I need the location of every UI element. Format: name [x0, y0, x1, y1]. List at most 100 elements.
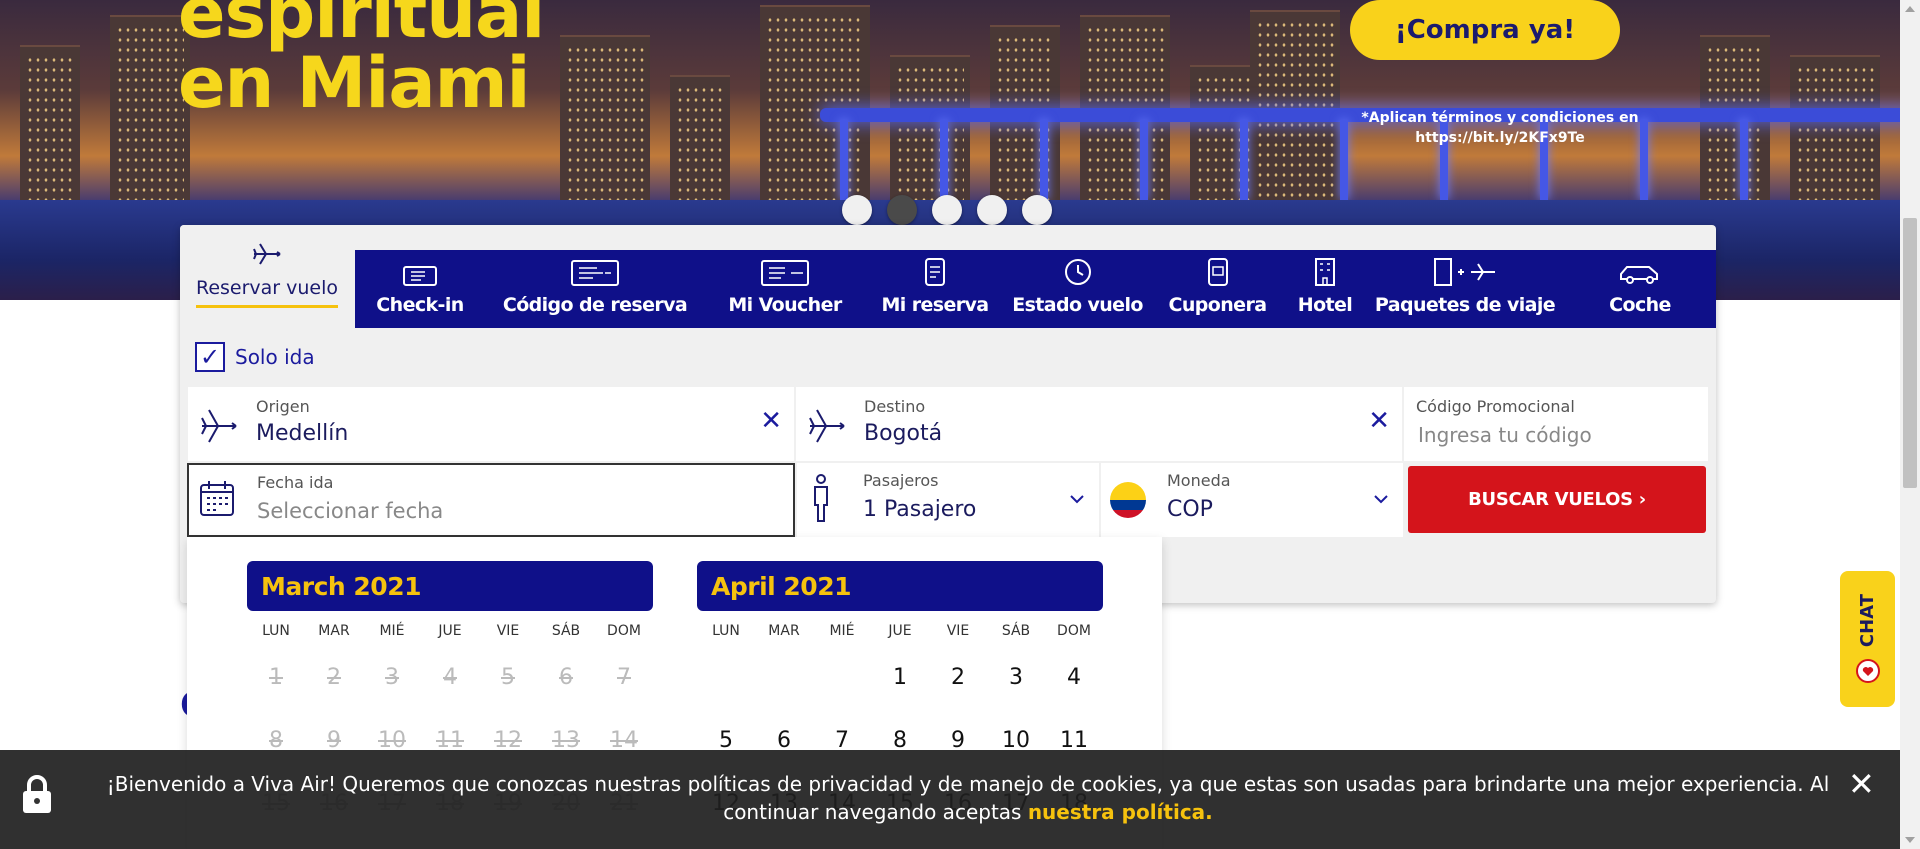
weekday: MAR	[318, 623, 350, 639]
carousel-dot-5[interactable]	[1022, 195, 1052, 225]
month-title: March 2021	[247, 561, 653, 611]
destination-value[interactable]: Bogotá	[864, 421, 942, 446]
calendar-empty-cell	[697, 659, 755, 697]
currency-label: Moneda	[1167, 471, 1231, 490]
tab-book-flight-label: Reservar vuelo	[195, 277, 339, 308]
weekday: JUE	[438, 623, 462, 639]
tab-booking-code[interactable]: Código de reserva	[485, 250, 705, 328]
calendar-day: 1	[269, 665, 283, 690]
tab-travel-packages[interactable]: Paquetes de viaje	[1365, 250, 1565, 328]
heart-chat-icon	[1855, 658, 1880, 683]
plane-icon	[806, 402, 848, 452]
chevron-down-icon[interactable]	[1373, 489, 1389, 508]
tab-label: Paquetes de viaje	[1374, 294, 1556, 316]
voucher-icon	[761, 260, 809, 286]
tab-my-booking[interactable]: Mi reserva	[865, 250, 1005, 328]
tab-label: Check-in	[376, 294, 464, 316]
buy-now-button[interactable]: ¡Compra ya!	[1350, 0, 1620, 60]
calendar-day[interactable]: 3	[987, 659, 1045, 697]
weekday-header: LUN MAR MIÉ JUE VIE SÁB DOM	[697, 623, 1103, 639]
tab-label: Coche	[1609, 294, 1671, 316]
cookie-banner: ¡Bienvenido a Viva Air! Queremos que con…	[0, 750, 1920, 849]
origin-value[interactable]: Medellín	[256, 421, 348, 446]
tab-car[interactable]: Coche	[1565, 250, 1715, 328]
scrollbar-thumb[interactable]	[1903, 218, 1917, 488]
tab-label: Estado vuelo	[1012, 294, 1143, 316]
clear-origin-icon[interactable]: ✕	[760, 408, 782, 434]
origin-field[interactable]: Origen Medellín ✕	[188, 387, 794, 461]
calendar-day: 4	[443, 665, 457, 690]
calendar-icon	[199, 479, 235, 523]
chat-button[interactable]: CHAT	[1840, 571, 1895, 707]
plane-icon	[252, 241, 282, 271]
calendar-day: 6	[559, 665, 573, 690]
tab-coupons[interactable]: Cuponera	[1150, 250, 1285, 328]
car-icon	[1620, 266, 1658, 284]
carousel-dot-4[interactable]	[977, 195, 1007, 225]
month-title: April 2021	[697, 561, 1103, 611]
calendar-day[interactable]: 2	[929, 659, 987, 697]
weekday: MIÉ	[829, 623, 855, 639]
tab-hotel[interactable]: Hotel	[1285, 250, 1365, 328]
tab-label: Mi Voucher	[728, 294, 842, 316]
weekday-header: LUN MAR MIÉ JUE VIE SÁB DOM	[247, 623, 653, 639]
terms-note: *Aplican términos y condiciones en https…	[1330, 108, 1670, 148]
hotel-icon	[1315, 258, 1335, 286]
service-tabs: Check-in Código de reserva Mi Voucher Mi…	[355, 250, 1716, 328]
promo-input[interactable]: Ingresa tu código	[1418, 423, 1592, 447]
policy-link[interactable]: nuestra política.	[1028, 800, 1213, 824]
origin-label: Origen	[256, 397, 310, 416]
boarding-pass-icon	[403, 266, 437, 286]
weekday: DOM	[607, 623, 641, 639]
weekday: LUN	[262, 623, 290, 639]
coupon-phone-icon	[1207, 258, 1228, 286]
departure-date-field[interactable]: Fecha ida Seleccionar fecha	[187, 463, 795, 537]
passengers-value[interactable]: 1 Pasajero	[863, 497, 976, 522]
weekday: JUE	[888, 623, 912, 639]
calendar-day[interactable]: 1	[871, 659, 929, 697]
package-icon	[1434, 258, 1495, 286]
close-icon[interactable]: ✕	[1848, 768, 1875, 800]
tab-my-voucher[interactable]: Mi Voucher	[705, 250, 865, 328]
clock-icon	[1064, 259, 1091, 285]
chevron-down-icon[interactable]	[1069, 489, 1085, 508]
tab-book-flight[interactable]: Reservar vuelo	[180, 225, 354, 328]
currency-value[interactable]: COP	[1167, 497, 1213, 522]
lock-icon	[23, 775, 51, 813]
plane-icon	[198, 402, 240, 452]
phone-booking-icon	[925, 258, 945, 286]
weekday: VIE	[946, 623, 970, 639]
cookie-text: ¡Bienvenido a Viva Air! Queremos que con…	[106, 772, 1830, 824]
date-input[interactable]: Seleccionar fecha	[257, 499, 443, 523]
terms-line-1: *Aplican términos y condiciones en	[1361, 110, 1639, 126]
clear-destination-icon[interactable]: ✕	[1368, 408, 1390, 434]
tab-label: Mi reserva	[881, 294, 989, 316]
promo-code-field[interactable]: Código Promocional Ingresa tu código	[1404, 387, 1708, 461]
currency-field[interactable]: Moneda COP	[1101, 463, 1403, 537]
one-way-checkbox[interactable]: ✓	[195, 342, 225, 372]
destination-field[interactable]: Destino Bogotá ✕	[796, 387, 1402, 461]
hero-title: espiritual en Miami	[178, 0, 545, 118]
passengers-field[interactable]: Pasajeros 1 Pasajero	[797, 463, 1099, 537]
tab-label: Código de reserva	[502, 294, 688, 316]
weekday: VIE	[496, 623, 520, 639]
carousel-dot-2[interactable]	[887, 195, 917, 225]
colombia-flag-icon	[1109, 481, 1147, 523]
calendar-day: 5	[501, 665, 515, 690]
one-way-toggle[interactable]: ✓ Solo ida	[195, 342, 315, 372]
scroll-down-arrow[interactable]	[1905, 837, 1915, 843]
terms-link[interactable]: https://bit.ly/2KFx9Te	[1330, 128, 1670, 148]
calendar-empty-cell	[813, 659, 871, 697]
carousel-dot-1[interactable]	[842, 195, 872, 225]
weekday: SÁB	[551, 623, 581, 639]
cookie-message: ¡Bienvenido a Viva Air! Queremos que con…	[78, 770, 1858, 826]
promo-label: Código Promocional	[1416, 397, 1575, 416]
scroll-up-arrow[interactable]	[1905, 6, 1915, 12]
search-flights-button[interactable]: BUSCAR VUELOS ›	[1408, 466, 1706, 533]
tab-check-in[interactable]: Check-in	[355, 250, 485, 328]
carousel-dot-3[interactable]	[932, 195, 962, 225]
calendar-day: 3	[385, 665, 399, 690]
calendar-day[interactable]: 4	[1045, 659, 1103, 697]
calendar-day: 2	[327, 665, 341, 690]
tab-flight-status[interactable]: Estado vuelo	[1005, 250, 1150, 328]
